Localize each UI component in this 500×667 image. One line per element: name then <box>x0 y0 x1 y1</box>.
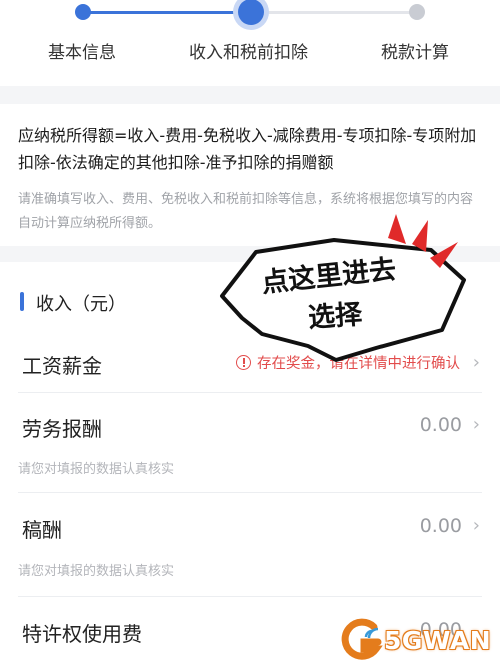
row-divider <box>18 492 482 493</box>
taxable-income-formula: 应纳税所得额=收入-费用-免税收入-减除费用-专项扣除-专项附加扣除-依法确定的… <box>18 126 477 172</box>
row-divider <box>18 392 482 393</box>
income-row-labor-label[interactable]: 劳务报酬 <box>22 413 102 442</box>
step-dot-tax-calc[interactable] <box>409 4 425 20</box>
income-row-author-value[interactable]: 0.00 <box>420 515 462 537</box>
step-label-tax-calc[interactable]: 税款计算 <box>381 38 449 63</box>
progress-stepper: 基本信息 收入和税前扣除 税款计算 <box>0 0 500 86</box>
income-row-labor-hint: 请您对填报的数据认真核实 <box>18 462 175 477</box>
income-row-salary-label[interactable]: 工资薪金 <box>22 350 102 379</box>
chevron-right-icon[interactable]: › <box>473 515 480 536</box>
step-dot-basic-info[interactable] <box>75 4 91 20</box>
income-section-title: 收入（元） <box>36 294 126 315</box>
watermark-logo-icon <box>341 618 383 660</box>
income-row-author-hint: 请您对填报的数据认真核实 <box>18 564 175 579</box>
annotation-bubble: 点这里进去 选择 <box>216 214 478 364</box>
chevron-right-icon[interactable]: › <box>473 414 480 435</box>
income-row-labor-value[interactable]: 0.00 <box>420 414 462 436</box>
income-row-author-label[interactable]: 稿酬 <box>22 514 62 543</box>
annotation-text-line2: 选择 <box>307 299 364 334</box>
step-label-basic-info[interactable]: 基本信息 <box>48 38 116 63</box>
watermark-text: 5GWAN <box>384 626 492 655</box>
section-accent-bar <box>20 292 24 311</box>
step-dot-income-deduction[interactable] <box>238 0 264 25</box>
row-divider <box>18 596 482 597</box>
stepper-line-pending <box>250 11 417 14</box>
site-watermark: 5GWAN <box>334 615 500 665</box>
stepper-line-completed <box>83 11 250 14</box>
step-label-income-deduction[interactable]: 收入和税前扣除 <box>189 38 308 63</box>
income-row-royalty-label[interactable]: 特许权使用费 <box>22 618 142 647</box>
